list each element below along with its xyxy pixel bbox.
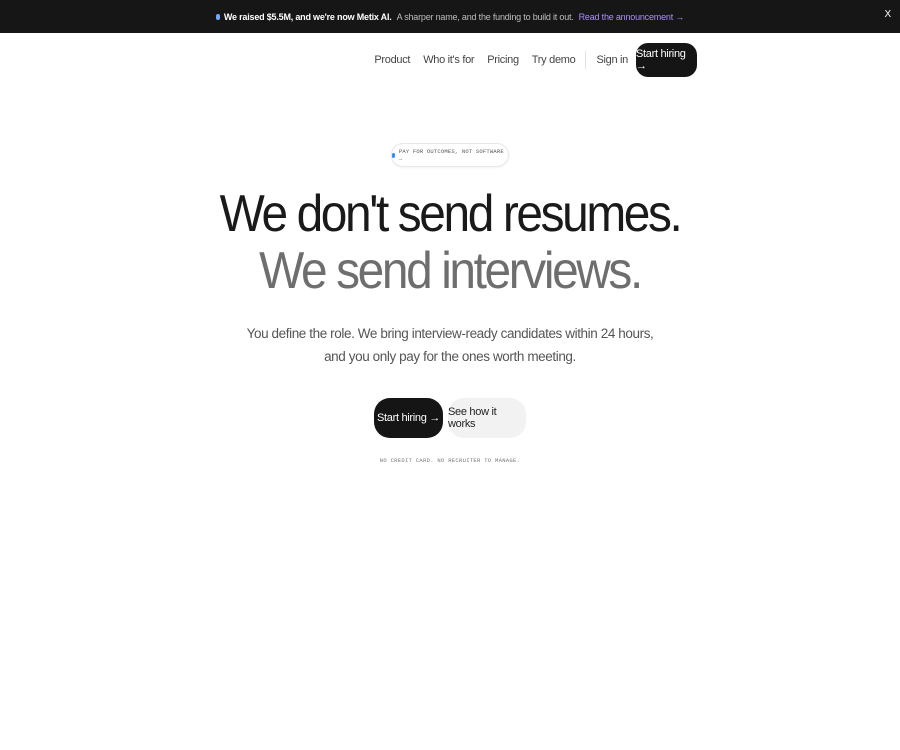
nav-start-hiring-button[interactable]: Start hiring →	[636, 43, 697, 77]
sign-in-link[interactable]: Sign in	[596, 54, 628, 66]
hero-headline-2: We send interviews.	[259, 242, 643, 300]
nav-link-pricing[interactable]: Pricing	[487, 54, 519, 66]
announcement-subtext: A sharper name, and the funding to build…	[396, 11, 574, 22]
hero-headline-1: We don't send resumes.	[219, 185, 683, 243]
start-hiring-button[interactable]: Start hiring →	[374, 398, 443, 438]
nav-link-who-its-for[interactable]: Who it's for	[423, 54, 474, 66]
announcement-dot-icon	[215, 13, 220, 20]
announcement-link[interactable]: Read the announcement →	[579, 12, 685, 22]
outcomes-pill[interactable]: PAY FOR OUTCOMES, NOT SOFTWARE →	[391, 143, 509, 167]
pill-label: PAY FOR OUTCOMES, NOT SOFTWARE →	[398, 148, 504, 162]
close-icon[interactable]: X	[885, 9, 892, 20]
see-how-it-works-button[interactable]: See how it works	[448, 398, 526, 438]
hero-subtext-1: You define the role. We bring interview-…	[246, 326, 654, 341]
top-nav: Product Who it's for Pricing Try demo Si…	[374, 43, 697, 77]
announcement-bar: We raised $5.5M, and we're now Metix AI.…	[0, 0, 900, 33]
hero-subtext-2: and you only pay for the ones worth meet…	[324, 349, 576, 364]
announcement-headline: We raised $5.5M, and we're now Metix AI.	[223, 11, 392, 22]
hero-fineprint: NO CREDIT CARD. NO RECRUITER TO MANAGE.	[379, 457, 521, 464]
nav-link-try-demo[interactable]: Try demo	[532, 54, 576, 66]
pill-dot-icon	[392, 152, 395, 158]
nav-divider	[585, 51, 587, 69]
nav-link-product[interactable]: Product	[374, 54, 410, 66]
